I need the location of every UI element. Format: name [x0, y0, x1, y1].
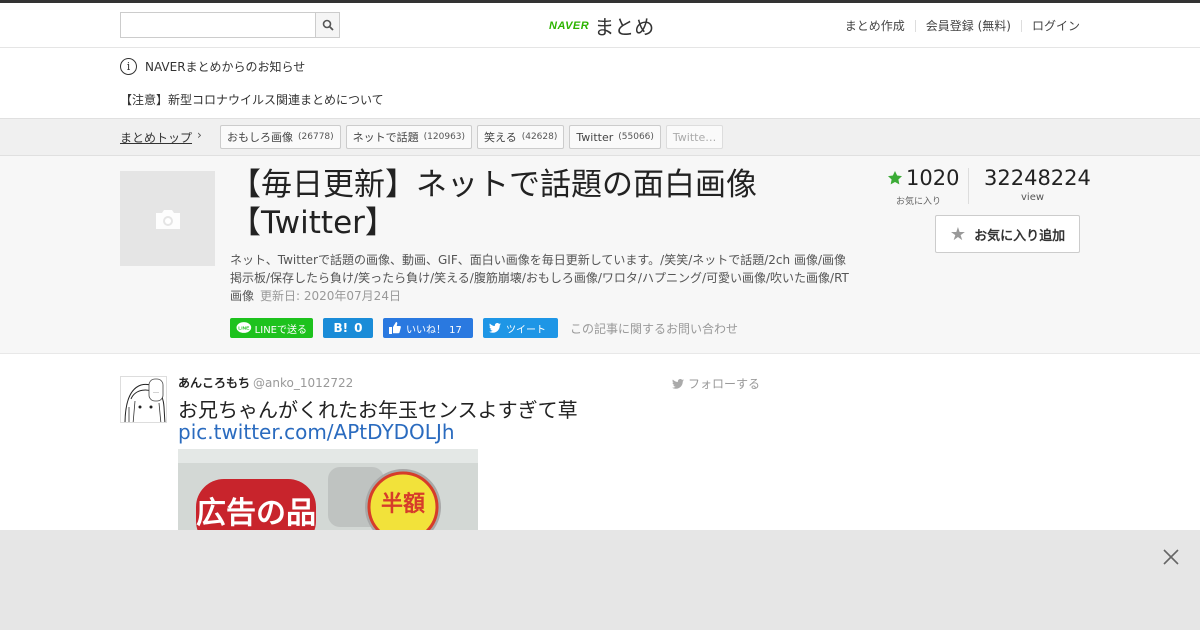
tag-waraeru[interactable]: 笑える (42628) [477, 125, 565, 149]
nav-divider [914, 19, 916, 32]
svg-text:LINE: LINE [238, 325, 250, 331]
page-title: 【毎日更新】ネットで話題の面白画像 【Twitter】 [230, 166, 830, 242]
tweet-author-name: あんころもち [178, 376, 251, 390]
notice-header: i NAVERまとめからのお知らせ [120, 58, 305, 75]
tweet-handle: @anko_1012722 [253, 376, 354, 390]
search-box [120, 12, 340, 38]
line-icon: LINE [236, 322, 252, 333]
line-share-label: LINEで送る [254, 324, 307, 336]
tag-count: (55066) [618, 132, 654, 142]
camera-icon [155, 209, 180, 229]
add-favorite-button[interactable]: ★ お気に入り追加 [935, 215, 1080, 253]
star-outline-icon: ★ [949, 223, 967, 245]
tag-net-de-wadai[interactable]: ネットで話題 (120963) [345, 125, 473, 149]
article-thumbnail [120, 171, 215, 266]
bottom-ad-banner [0, 530, 1200, 630]
hatena-bookmark-button[interactable]: B! 0 [323, 318, 373, 338]
site-logo[interactable]: NAVER まとめ [549, 10, 654, 40]
tag-label: 笑える [484, 131, 517, 144]
notice-link[interactable]: 【注意】新型コロナウイルス関連まとめについて [120, 91, 384, 108]
follow-button[interactable]: フォローする [672, 375, 760, 392]
hatena-icon: B! [333, 321, 349, 335]
breadcrumb-top-link[interactable]: まとめトップ [120, 129, 192, 146]
search-button[interactable] [315, 13, 339, 37]
title-line-2: 【Twitter】 [230, 205, 396, 241]
follow-label: フォローする [688, 377, 761, 391]
tag-label: Twitte… [672, 130, 717, 144]
tag-label: ネットで話題 [352, 131, 419, 144]
info-icon: i [120, 58, 137, 75]
avatar-illustration: … [121, 377, 166, 422]
search-icon [322, 19, 334, 31]
updated-date: 更新日: 2020年07月24日 [260, 289, 401, 303]
share-bar: LINE LINEで送る B! 0 いいね！ 17 ツイート この記事に関するお… [230, 318, 738, 338]
article-description: ネット、Twitterで話題の画像、動画、GIF、面白い画像を毎日更新しています… [230, 251, 850, 305]
tag-count: (26778) [298, 132, 334, 142]
favorite-label: お気に入り [896, 197, 942, 207]
tweet-author[interactable]: あんころもち @anko_1012722 [178, 374, 353, 391]
tag-twitter[interactable]: Twitter (55066) [569, 125, 661, 149]
favorite-count: 1020 [887, 166, 959, 190]
tweet-photo: 広告の品 半額 [178, 449, 478, 539]
tweet-image[interactable]: 広告の品 半額 [178, 449, 478, 539]
inquiry-link[interactable]: この記事に関するお問い合わせ [570, 320, 738, 337]
favorite-number: 1020 [906, 166, 960, 190]
tag-count: (42628) [521, 132, 558, 142]
facebook-like-button[interactable]: いいね！ 17 [383, 318, 473, 338]
avatar[interactable]: … [120, 376, 167, 423]
notice-title: NAVERまとめからのお知らせ [145, 60, 306, 74]
star-icon [888, 171, 902, 185]
nav-divider [1020, 19, 1022, 32]
twitter-bird-icon [672, 378, 684, 389]
tweet-button[interactable]: ツイート [483, 318, 558, 338]
view-count: 32248224 [984, 166, 1091, 190]
tag-label: おもしろ画像 [227, 131, 293, 144]
title-line-1: 【毎日更新】ネットで話題の面白画像 [230, 167, 757, 203]
view-label: view [1021, 192, 1045, 203]
tag-count: (120963) [423, 132, 466, 142]
line-share-button[interactable]: LINE LINEで送る [230, 318, 313, 338]
svg-text:…: … [153, 388, 159, 395]
breadcrumb: まとめトップ › おもしろ画像 (26778) ネットで話題 (120963) … [0, 118, 1200, 156]
twitter-bird-icon [489, 323, 501, 333]
header-nav: まとめ作成 会員登録 (無料) ログイン [845, 17, 1080, 34]
logo-text: まとめ [594, 14, 655, 39]
tag-omoshiro-gazou[interactable]: おもしろ画像 (26778) [220, 125, 341, 149]
nav-login[interactable]: ログイン [1032, 17, 1080, 34]
nav-register[interactable]: 会員登録 (無料) [926, 17, 1011, 34]
image-text-left: 広告の品 [196, 496, 316, 531]
thumbs-up-icon [389, 322, 401, 334]
close-icon[interactable] [1160, 546, 1182, 568]
article-header: 【毎日更新】ネットで話題の面白画像 【Twitter】 ネット、Twitterで… [0, 156, 1200, 354]
stats-divider [968, 168, 969, 204]
tweet-label: ツイート [506, 324, 546, 336]
hatena-count: 0 [354, 321, 363, 335]
site-header: NAVER まとめ まとめ作成 会員登録 (無料) ログイン [0, 3, 1200, 48]
tweet-pic-link[interactable]: pic.twitter.com/APtDYDOLJh [178, 420, 455, 444]
chevron-right-icon: › [197, 128, 202, 142]
facebook-like-label: いいね！ 17 [406, 324, 462, 336]
tweet-text: お兄ちゃんがくれたお年玉センスよすぎて草 [178, 398, 578, 422]
add-favorite-label: お気に入り追加 [974, 228, 1066, 244]
nav-create-matome[interactable]: まとめ作成 [845, 17, 905, 34]
search-input[interactable] [121, 13, 315, 37]
tag-list: おもしろ画像 (26778) ネットで話題 (120963) 笑える (4262… [220, 125, 724, 149]
tag-label: Twitter [576, 130, 614, 144]
logo-brand: NAVER [549, 20, 590, 32]
tag-twitter-more[interactable]: Twitte… [665, 125, 724, 149]
image-text-right: 半額 [381, 491, 425, 517]
